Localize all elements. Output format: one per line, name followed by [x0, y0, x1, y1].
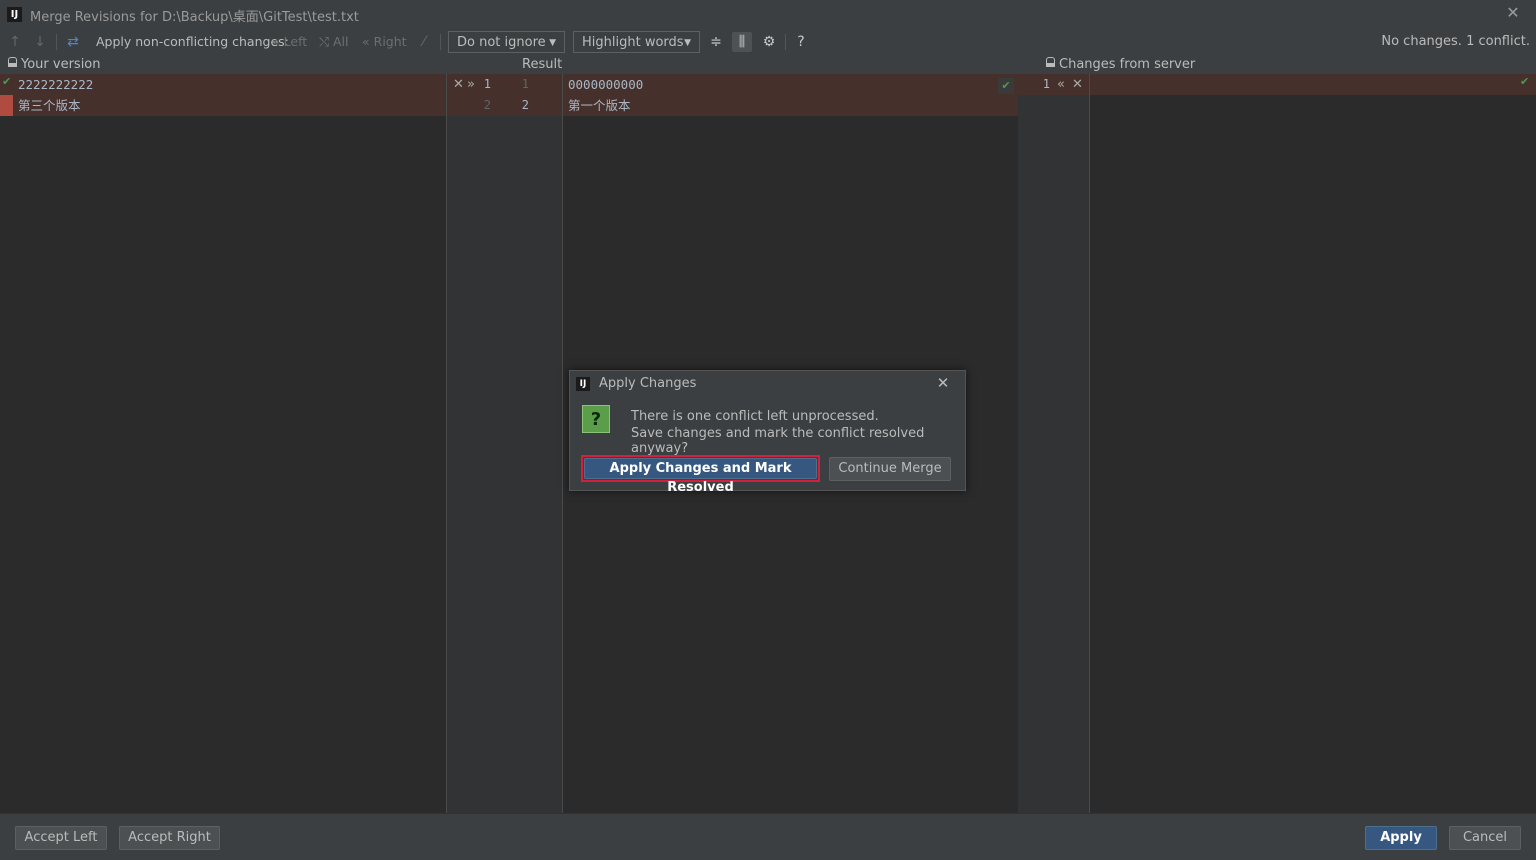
column-headers: Your version Result Changes from server: [0, 56, 1536, 74]
apply-button[interactable]: Apply: [1365, 826, 1437, 850]
apply-all-label: All: [333, 34, 349, 49]
code-line: 第三个版本: [18, 98, 81, 113]
merge-status-text: No changes. 1 conflict.: [1381, 34, 1530, 49]
accept-right-button[interactable]: Accept Right: [119, 826, 220, 850]
right-gutter: 1 « ✕: [1018, 74, 1089, 813]
left-line-number: 2: [483, 98, 491, 112]
magic-resolve-icon[interactable]: ⇄: [63, 32, 83, 52]
double-chevron-right-icon: »: [272, 34, 280, 49]
dialog-message-line-1: There is one conflict left unprocessed.: [631, 409, 879, 424]
apply-changes-and-mark-resolved-button[interactable]: Apply Changes and Mark Resolved: [584, 458, 817, 495]
intellij-app-icon: IJ: [7, 7, 22, 22]
toolbar-separator: [440, 34, 441, 50]
ignore-left-change-close-icon[interactable]: ✕: [453, 74, 464, 95]
dialog-title: Apply Changes: [599, 376, 697, 391]
code-line: 第一个版本: [568, 98, 631, 113]
right-panel-title: Changes from server: [1059, 57, 1196, 72]
right-editor-changes-from-server[interactable]: ✔: [1090, 74, 1536, 813]
apply-right-change-double-chevron-icon[interactable]: «: [1057, 74, 1065, 95]
apply-right-button[interactable]: « Right: [362, 28, 407, 56]
chevron-down-icon: ▼: [684, 38, 691, 48]
toolbar-separator: [785, 34, 786, 50]
window-close-icon[interactable]: ✕: [1504, 4, 1522, 22]
magic-wand-icon[interactable]: ⁄: [414, 32, 434, 52]
apply-all-button[interactable]: ⤭ All: [319, 28, 349, 56]
check-icon[interactable]: ✔: [998, 78, 1014, 94]
apply-left-label: Left: [283, 34, 308, 49]
conflict-highlight: [447, 74, 562, 116]
dialog-close-icon[interactable]: ✕: [934, 374, 952, 392]
bottom-bar: Accept Left Accept Right Apply Cancel: [0, 813, 1536, 860]
double-chevron-left-icon: «: [362, 34, 370, 49]
result-panel-title: Result: [522, 57, 563, 72]
toolbar-separator: [56, 34, 57, 50]
check-icon[interactable]: ✔: [1520, 74, 1529, 90]
ignore-right-change-close-icon[interactable]: ✕: [1072, 74, 1083, 95]
ignore-whitespace-dropdown[interactable]: Do not ignore ▼: [448, 31, 565, 53]
merge-all-icon: ⤭: [319, 34, 330, 49]
highlight-mode-value: Highlight words: [582, 35, 684, 50]
intellij-app-icon: IJ: [576, 377, 590, 391]
collapse-unchanged-icon[interactable]: ≑: [706, 32, 726, 52]
result-line-number: 1: [521, 77, 529, 91]
apply-right-label: Right: [373, 34, 407, 49]
apply-changes-dialog: IJ Apply Changes ✕ ? There is one confli…: [569, 370, 966, 495]
dialog-message-line-2: Save changes and mark the conflict resol…: [631, 426, 925, 456]
toolbar: ↑ ↓ ⇄ Apply non-conflicting changes: » L…: [0, 28, 1536, 56]
right-panel-header: Changes from server: [1046, 56, 1195, 73]
highlight-mode-dropdown[interactable]: Highlight words ▼: [573, 31, 700, 53]
code-line: 0000000000: [568, 77, 644, 92]
continue-merge-button[interactable]: Continue Merge: [829, 457, 951, 481]
ignore-whitespace-value: Do not ignore: [457, 35, 546, 50]
window-title: Merge Revisions for D:\Backup\桌面\GitTest…: [30, 10, 359, 25]
next-change-arrow-down-icon[interactable]: ↓: [30, 32, 50, 52]
check-icon[interactable]: ✔: [2, 74, 11, 90]
left-line-number: 1: [483, 77, 491, 91]
accept-left-button[interactable]: Accept Left: [15, 826, 107, 850]
help-icon[interactable]: ?: [791, 32, 811, 52]
right-line-number: 1: [1042, 77, 1050, 91]
conflict-highlight: [1090, 74, 1536, 95]
title-bar: IJ Merge Revisions for D:\Backup\桌面\GitT…: [0, 0, 1536, 28]
left-panel-title: Your version: [21, 57, 101, 72]
apply-non-conflicting-label: Apply non-conflicting changes:: [96, 34, 289, 49]
cancel-button[interactable]: Cancel: [1449, 826, 1521, 850]
left-editor-your-version[interactable]: ✔ 2222222222 第三个版本: [0, 74, 446, 813]
code-line: 2222222222: [18, 77, 94, 92]
result-line-number: 2: [521, 98, 529, 112]
conflict-marker: [0, 95, 13, 116]
chevron-down-icon: ▼: [549, 38, 556, 48]
left-panel-header: Your version: [8, 56, 101, 73]
question-icon: ?: [582, 405, 610, 433]
gear-icon[interactable]: ⚙: [759, 32, 779, 52]
result-gutter: ✕ » 1 2 1 2: [447, 74, 562, 813]
lock-icon: [8, 57, 17, 67]
apply-left-button[interactable]: » Left: [272, 28, 307, 56]
previous-change-arrow-up-icon[interactable]: ↑: [5, 32, 25, 52]
synchronize-scroll-icon[interactable]: ⫼: [732, 32, 752, 52]
apply-left-change-double-chevron-icon[interactable]: »: [467, 74, 475, 95]
lock-icon: [1046, 57, 1055, 67]
